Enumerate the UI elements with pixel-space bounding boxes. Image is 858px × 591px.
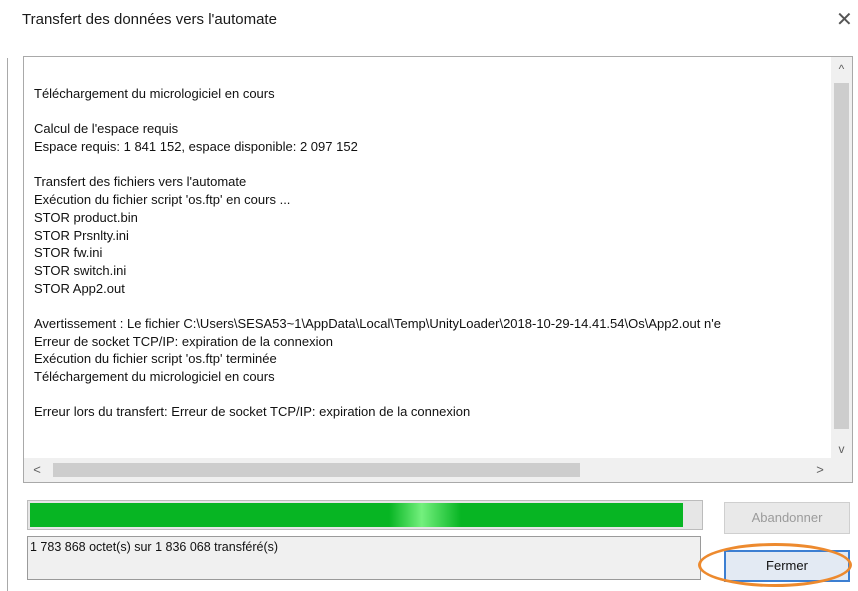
transfer-status: 1 783 868 octet(s) sur 1 836 068 transfé… — [27, 536, 701, 580]
log-line: STOR fw.ini — [34, 245, 103, 261]
log-line: STOR product.bin — [34, 209, 138, 225]
progress-bar-fill — [30, 503, 683, 527]
log-line: STOR switch.ini — [34, 262, 127, 278]
scroll-right-icon[interactable]: > — [809, 458, 831, 482]
log-line: Transfert des fichiers vers l'automate — [34, 174, 247, 190]
log-line: Avertissement : Le fichier C:\Users\SESA… — [34, 315, 721, 331]
window-left-edge — [7, 58, 8, 591]
log-line: STOR Prsnlty.ini — [34, 227, 129, 243]
abort-button[interactable]: Abandonner — [724, 502, 850, 534]
log-line: Exécution du fichier script 'os.ftp' ter… — [34, 351, 277, 367]
horizontal-scrollbar[interactable]: < > — [24, 458, 831, 482]
close-button[interactable]: Fermer — [724, 550, 850, 582]
close-icon[interactable]: ✕ — [836, 10, 853, 30]
vertical-scrollbar[interactable]: ^ v — [831, 57, 852, 459]
log-line: Espace requis: 1 841 152, espace disponi… — [34, 139, 358, 155]
log-line: Téléchargement du micrologiciel en cours — [34, 86, 275, 101]
log-line: STOR App2.out — [34, 280, 125, 296]
dialog-title: Transfert des données vers l'automate — [22, 11, 277, 28]
progress-bar — [27, 500, 703, 530]
scrollbar-corner — [831, 458, 852, 482]
log-line: Exécution du fichier script 'os.ftp' en … — [34, 192, 291, 208]
transfer-log[interactable]: Téléchargement du micrologiciel en cours… — [23, 56, 853, 483]
horizontal-scroll-thumb[interactable] — [53, 463, 580, 477]
log-line: Erreur lors du transfert: Erreur de sock… — [34, 404, 471, 420]
log-line: Téléchargement du micrologiciel en cours — [34, 369, 275, 384]
scroll-left-icon[interactable]: < — [26, 458, 48, 482]
scroll-down-icon[interactable]: v — [831, 439, 852, 459]
log-line: Erreur de socket TCP/IP: expiration de l… — [34, 333, 333, 349]
log-text: Téléchargement du micrologiciel en cours… — [34, 85, 830, 421]
log-line: Calcul de l'espace requis — [34, 121, 179, 137]
vertical-scroll-thumb[interactable] — [834, 83, 849, 429]
scroll-up-icon[interactable]: ^ — [831, 59, 852, 79]
